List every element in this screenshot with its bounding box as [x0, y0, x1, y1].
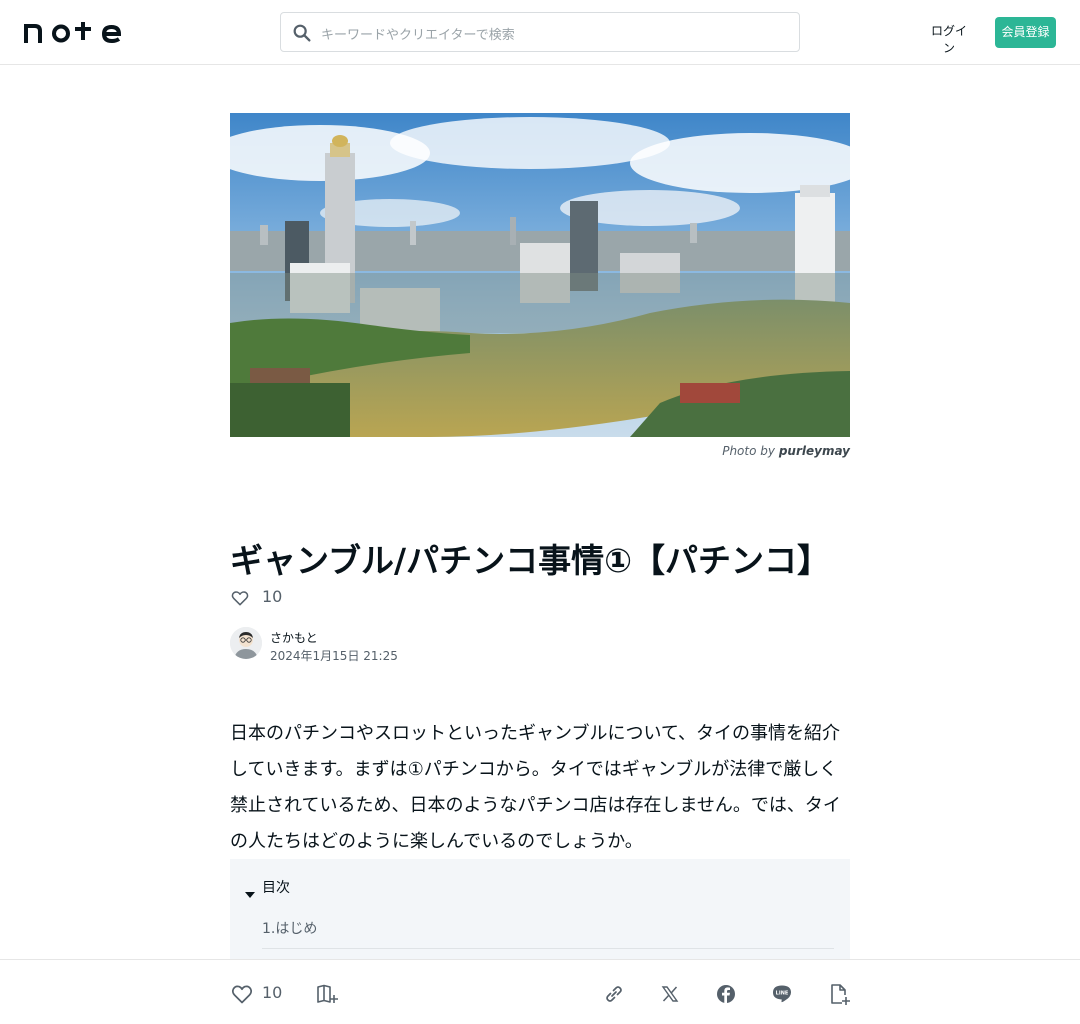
article-body: 日本のパチンコやスロットといったギャンブルについて、タイの事情を紹介していきます… [230, 723, 841, 852]
line-share-icon[interactable]: LINE [770, 982, 794, 1006]
embed-add-icon[interactable] [827, 982, 851, 1006]
like-heart-icon[interactable] [230, 982, 254, 1006]
caret-down-icon[interactable] [245, 883, 255, 898]
heart-icon[interactable] [230, 588, 250, 608]
facebook-icon[interactable] [714, 982, 738, 1006]
login-link[interactable]: ログイン [928, 22, 970, 56]
bottom-like-count: 10 [262, 983, 283, 1002]
toc-item[interactable]: 1.はじめ [262, 918, 834, 949]
bottom-action-bar: 10 LINE [0, 959, 1080, 1024]
toc-title[interactable]: 目次 [262, 877, 290, 897]
article-title: ギャンブル/パチンコ事情①【パチンコ】 [230, 541, 831, 580]
link-icon[interactable] [602, 982, 626, 1006]
post-date: 2024年1月15日 21:25 [270, 649, 398, 663]
search-input[interactable]: キーワードやクリエイターで検索 [280, 12, 800, 52]
author-name[interactable]: さかもと [270, 629, 318, 646]
like-count: 10 [262, 587, 283, 606]
hero-image [230, 113, 850, 437]
magazine-add-icon[interactable] [315, 982, 339, 1006]
search-icon [291, 22, 313, 44]
search-placeholder: キーワードやクリエイターで検索 [321, 28, 515, 43]
photo-credit-author[interactable]: purleymay [779, 444, 850, 458]
photo-credit: Photo by purleymay [230, 444, 850, 458]
note-logo[interactable] [24, 18, 124, 46]
site-header: キーワードやクリエイターで検索 ログイン 会員登録 [0, 0, 1080, 65]
signup-button[interactable]: 会員登録 [995, 17, 1056, 48]
svg-text:LINE: LINE [776, 991, 789, 997]
photo-credit-prefix: Photo by [722, 444, 775, 458]
avatar[interactable] [230, 627, 262, 659]
x-share-icon[interactable] [658, 982, 682, 1006]
